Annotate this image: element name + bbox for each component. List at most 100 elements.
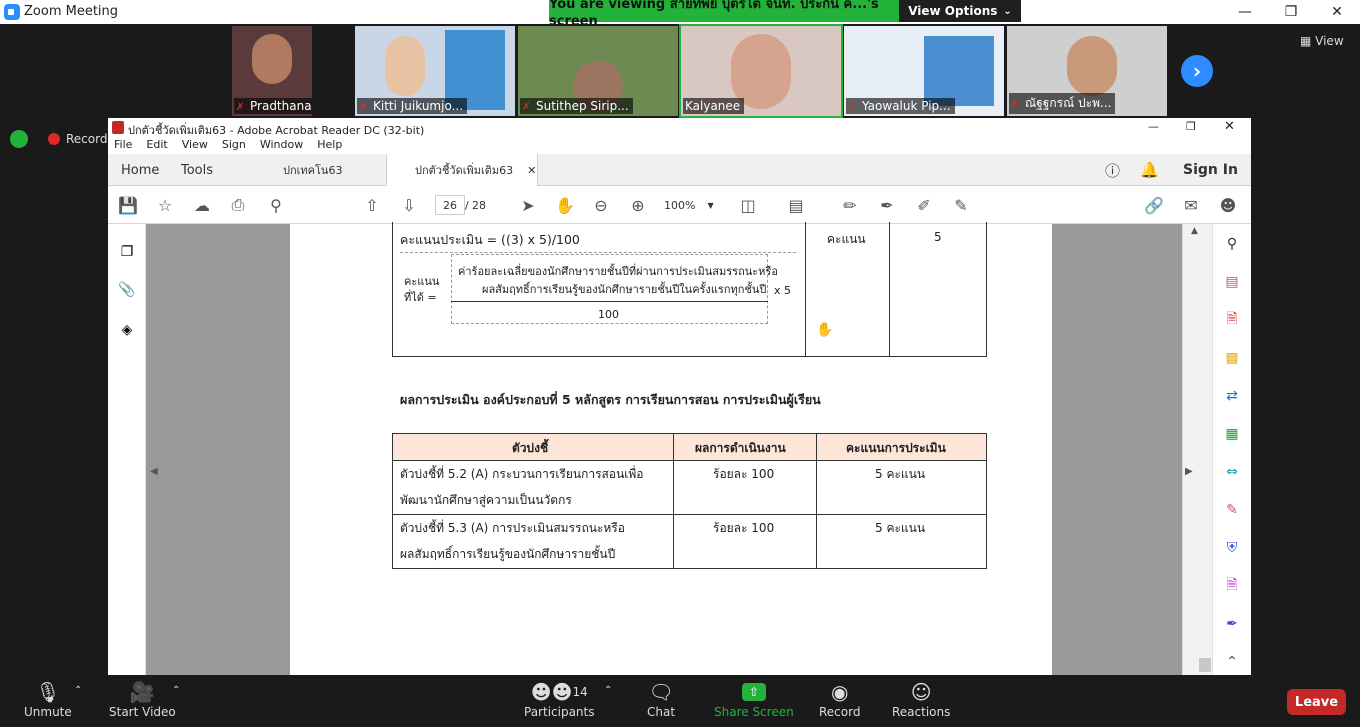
zoom-level-select[interactable]: 100% ▼ [664,195,720,215]
hand-tool-icon[interactable]: ✋ [555,195,575,215]
create-pdf-icon[interactable]: 🗎 [1222,310,1242,330]
page-thumbnails-icon[interactable]: ❐ [117,242,137,262]
zoom-out-icon[interactable]: ⊖ [591,195,611,215]
scroll-mode-icon[interactable]: ▤ [786,195,806,215]
tab-tools[interactable]: Tools [181,154,213,186]
video-tile[interactable]: ✗ Sutithep Sirip... [518,26,678,116]
chat-button[interactable]: 🗨 Chat [647,679,675,719]
menu-file[interactable]: File [114,138,132,154]
highlight-icon[interactable]: ✒ [877,195,897,215]
sign-tool-icon[interactable]: ✒ [1222,614,1242,634]
compress-pdf-icon[interactable]: ⇔ [1222,462,1242,482]
view-options-button[interactable]: View Options ⌄ [899,0,1021,22]
previous-page-icon[interactable]: ⇧ [362,195,382,215]
organize-pages-icon[interactable]: ▤ [1222,272,1242,292]
zoom-in-icon[interactable]: ⊕ [628,195,648,215]
participant-avatar [1067,36,1117,96]
protect-shield-icon[interactable]: ⛨ [1222,538,1242,558]
restore-icon[interactable]: ❐ [1186,120,1196,133]
star-icon[interactable]: ☆ [155,195,175,215]
left-navigation-rail: ❐ 📎 ◈ [108,224,146,675]
collapse-left-panel-icon[interactable]: ◀ [150,466,158,477]
vertical-scrollbar[interactable]: ▲ ▶ [1182,224,1212,675]
link-icon[interactable]: 🔗 [1144,195,1164,215]
zoom-search-icon[interactable]: ⚲ [1222,234,1242,254]
formula-line: คะแนนประเมิน = ((3) x 5)/100 [400,232,580,247]
menu-sign[interactable]: Sign [222,138,246,154]
edit-pdf-icon[interactable]: ▦ [1222,424,1242,444]
select-cursor-icon[interactable]: ➤ [518,195,538,215]
comment-tool-icon[interactable]: ▩ [1222,348,1242,368]
minimize-icon[interactable]: — [1222,0,1268,24]
email-icon[interactable]: ✉ [1181,195,1201,215]
video-tile[interactable]: ✗ Yaowaluk Pip... [844,26,1004,116]
participants-button[interactable]: ☻☻ 14 Participants [524,679,595,719]
row-indicator-line-1: ตัวบ่งชี้ที่ 5.3 (A) การประเมินสมรรถนะหร… [400,521,625,535]
collapse-right-panel-icon[interactable]: ▶ [1185,466,1193,477]
reactions-button[interactable]: ☺ Reactions [892,679,950,719]
view-button[interactable]: ▦ View [1300,34,1344,48]
video-options-chevron-icon[interactable]: ⌃ [172,685,180,696]
close-tab-icon[interactable]: ✕ [527,164,536,177]
search-icon[interactable]: ⚲ [266,195,286,215]
leave-button[interactable]: Leave [1287,689,1346,715]
participant-name: Kalyanee [685,99,741,113]
viewing-screen-banner: You are viewing สายทิพย์ บุตรโต จนท. ประ… [549,0,899,29]
next-participants-arrow-icon[interactable]: › [1181,55,1213,87]
score-label: คะแนนที่ได้ = [404,275,440,304]
participant-name: Kitti Juikumjo... [373,99,464,113]
close-icon[interactable]: ✕ [1314,0,1360,24]
fill-sign-icon[interactable]: ✎ [951,195,971,215]
save-icon[interactable]: 💾 [118,195,138,215]
upload-cloud-icon[interactable]: ☁ [192,195,212,215]
video-tile[interactable]: ✗ Pradthana M... [232,26,312,116]
bell-icon[interactable]: 🔔 [1140,154,1159,186]
close-icon[interactable]: ✕ [1224,119,1235,134]
menu-edit[interactable]: Edit [146,138,167,154]
chevron-up-icon[interactable]: ⌃ [1222,652,1242,672]
sign-in-button[interactable]: Sign In [1183,154,1238,186]
minimize-icon[interactable]: — [1148,120,1159,133]
menu-window[interactable]: Window [260,138,303,154]
fit-page-icon[interactable]: ◫ [738,195,758,215]
maximize-icon[interactable]: ❐ [1268,0,1314,24]
scrollbar-thumb[interactable] [1199,658,1211,672]
draw-icon[interactable]: ✐ [914,195,934,215]
chevron-down-icon: ⌄ [1003,5,1012,17]
audio-options-chevron-icon[interactable]: ⌃ [74,685,82,696]
participants-label: Participants [524,705,595,719]
export-pdf-icon[interactable]: ⇄ [1222,386,1242,406]
row-indicator-line-2: ผลสัมฤทธิ์การเรียนรู้ของนักศึกษารายชั้นป… [400,547,616,561]
layers-icon[interactable]: ◈ [117,320,137,340]
form-icon[interactable]: 🗎 [1222,576,1242,596]
acrobat-window-title: ปกตัวชี้วัดเพิ่มเติม63 - Adobe Acrobat R… [128,124,425,137]
tab-home[interactable]: Home [121,154,159,186]
help-icon[interactable]: ⓘ [1105,154,1120,186]
acrobat-window: ปกตัวชี้วัดเพิ่มเติม63 - Adobe Acrobat R… [108,118,1251,675]
menu-help[interactable]: Help [317,138,342,154]
comment-icon[interactable]: ✏ [840,195,860,215]
share-screen-button[interactable]: ⇧ Share Screen [714,679,794,719]
attachments-icon[interactable]: 📎 [117,280,137,300]
participants-chevron-icon[interactable]: ⌃ [604,685,612,696]
participant-avatar [252,34,292,84]
start-video-label: Start Video [109,705,176,719]
unmute-button[interactable]: 🎙 Unmute [24,679,72,719]
video-tile-active-speaker[interactable]: Kalyanee [679,24,843,118]
print-icon[interactable]: ⎙ [228,195,248,215]
pdf-page[interactable]: คะแนนประเมิน = ((3) x 5)/100 คะแนนที่ได้… [290,222,1052,675]
add-user-icon[interactable]: ☻ [1218,195,1238,215]
record-button[interactable]: ◉ Record [819,679,860,719]
menu-view[interactable]: View [182,138,208,154]
tab-document-2[interactable]: ปกตัวชี้วัดเพิ่มเติม63 ✕ [386,154,538,186]
video-tile[interactable]: ✗ ณัฐฐกรณ์ ปะพ... [1007,26,1167,116]
row-score: 5 คะแนน [875,521,926,535]
fill-sign-tool-icon[interactable]: ✎ [1222,500,1242,520]
page-number-input[interactable]: 26 [435,195,465,215]
video-tile[interactable]: ✗ Kitti Juikumjo... [355,26,515,116]
tab-document-1[interactable]: ปกเทคโน63 [283,154,342,186]
acrobat-titlebar: ปกตัวชี้วัดเพิ่มเติม63 - Adobe Acrobat R… [108,118,1251,138]
scroll-up-icon[interactable]: ▲ [1191,226,1198,236]
start-video-button[interactable]: 🎥 Start Video [109,679,176,719]
next-page-icon[interactable]: ⇩ [399,195,419,215]
